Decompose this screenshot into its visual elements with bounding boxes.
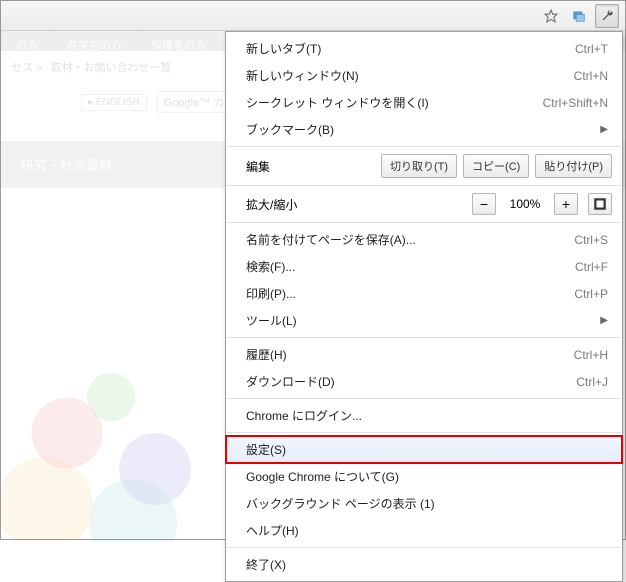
zoom-percent: 100%	[502, 197, 548, 211]
menu-zoom-row: 拡大/縮小 − 100% +	[226, 189, 622, 219]
menu-about[interactable]: Google Chrome について(G)	[226, 463, 622, 490]
menu-label: 編集	[246, 158, 375, 175]
menu-separator	[227, 146, 621, 147]
breadcrumb-sep: セス >	[11, 59, 42, 75]
chevron-right-icon: ▶	[600, 315, 608, 326]
menu-shortcut: Ctrl+J	[576, 375, 608, 389]
cut-button[interactable]: 切り取り(T)	[381, 154, 457, 178]
menu-label: ブックマーク(B)	[246, 121, 334, 138]
menu-label: 設定(S)	[246, 441, 286, 458]
copy-button[interactable]: コピー(C)	[463, 154, 529, 178]
menu-label: 名前を付けてページを保存(A)...	[246, 231, 416, 248]
menu-shortcut: Ctrl+T	[575, 42, 608, 56]
menu-shortcut: Ctrl+Shift+N	[543, 96, 608, 110]
breadcrumb-item: 取材・お問い合わせ一覧	[50, 59, 171, 75]
menu-label: ツール(L)	[246, 312, 297, 329]
menu-separator	[227, 398, 621, 399]
menu-downloads[interactable]: ダウンロード(D) Ctrl+J	[226, 368, 622, 395]
star-icon[interactable]	[539, 4, 563, 28]
menu-settings[interactable]: 設定(S)	[226, 436, 622, 463]
menu-new-window[interactable]: 新しいウィンドウ(N) Ctrl+N	[226, 62, 622, 89]
menu-label: Google Chrome について(G)	[246, 468, 399, 485]
menu-label: 新しいタブ(T)	[246, 40, 321, 57]
zoom-out-button[interactable]: −	[472, 193, 496, 215]
menu-print[interactable]: 印刷(P)... Ctrl+P	[226, 280, 622, 307]
menu-label: 印刷(P)...	[246, 285, 296, 302]
menu-separator	[227, 337, 621, 338]
menu-label: 拡大/縮小	[246, 196, 466, 213]
browser-toolbar	[1, 1, 625, 31]
menu-find[interactable]: 検索(F)... Ctrl+F	[226, 253, 622, 280]
menu-shortcut: Ctrl+N	[574, 69, 608, 83]
decorative-figures	[1, 181, 221, 541]
menu-separator	[227, 222, 621, 223]
nav-tab: の方	[1, 31, 52, 51]
wrench-icon[interactable]	[595, 4, 619, 28]
menu-shortcut: Ctrl+H	[574, 348, 608, 362]
menu-new-tab[interactable]: 新しいタブ(T) Ctrl+T	[226, 35, 622, 62]
menu-separator	[227, 547, 621, 548]
menu-history[interactable]: 履歴(H) Ctrl+H	[226, 341, 622, 368]
menu-separator	[227, 185, 621, 186]
chevron-right-icon: ▶	[600, 124, 608, 135]
menu-separator	[227, 432, 621, 433]
menu-label: ダウンロード(D)	[246, 373, 335, 390]
paste-button[interactable]: 貼り付け(P)	[535, 154, 612, 178]
menu-save-as[interactable]: 名前を付けてページを保存(A)... Ctrl+S	[226, 226, 622, 253]
menu-shortcut: Ctrl+P	[574, 287, 608, 301]
fullscreen-button[interactable]	[588, 193, 612, 215]
menu-label: 新しいウィンドウ(N)	[246, 67, 359, 84]
menu-bookmarks[interactable]: ブックマーク(B) ▶	[226, 116, 622, 143]
menu-incognito[interactable]: シークレット ウィンドウを開く(I) Ctrl+Shift+N	[226, 89, 622, 116]
nav-tab: 保護者の方	[136, 31, 220, 51]
nav-tab: 在学生の方	[52, 31, 136, 51]
menu-shortcut: Ctrl+F	[575, 260, 608, 274]
zoom-in-button[interactable]: +	[554, 193, 578, 215]
menu-label: 履歴(H)	[246, 346, 287, 363]
menu-label: シークレット ウィンドウを開く(I)	[246, 94, 429, 111]
menu-edit-row: 編集 切り取り(T) コピー(C) 貼り付け(P)	[226, 150, 622, 182]
english-button: ▸ ENGLISH	[81, 94, 147, 111]
wrench-menu: 新しいタブ(T) Ctrl+T 新しいウィンドウ(N) Ctrl+N シークレッ…	[225, 31, 623, 582]
menu-label: Chrome にログイン...	[246, 407, 362, 424]
menu-bg-pages[interactable]: バックグラウンド ページの表示 (1)	[226, 490, 622, 517]
menu-signin[interactable]: Chrome にログイン...	[226, 402, 622, 429]
menu-exit[interactable]: 終了(X)	[226, 551, 622, 578]
menu-label: バックグラウンド ページの表示 (1)	[246, 495, 435, 512]
menu-shortcut: Ctrl+S	[574, 233, 608, 247]
menu-label: ヘルプ(H)	[246, 522, 299, 539]
menu-label: 終了(X)	[246, 556, 286, 573]
menu-tools[interactable]: ツール(L) ▶	[226, 307, 622, 334]
menu-label: 検索(F)...	[246, 258, 295, 275]
google-search-box: Google™ カ	[157, 91, 232, 113]
page-icon[interactable]	[567, 4, 591, 28]
